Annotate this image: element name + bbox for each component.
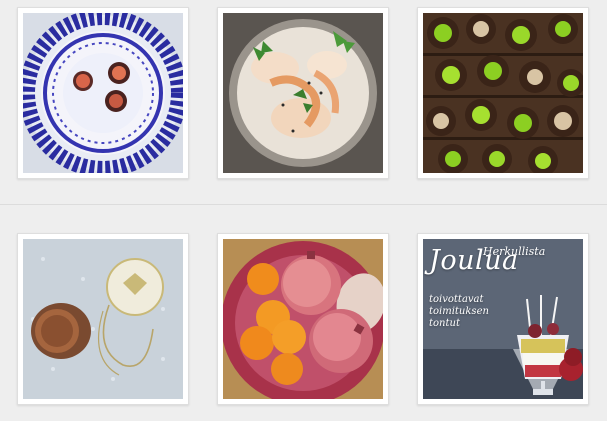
photo-blue-plate	[23, 13, 183, 173]
photo-shrimp-dish	[223, 13, 383, 173]
row-divider	[0, 204, 607, 205]
poster-title: Joulua	[429, 245, 519, 276]
poster-subtitle-line: toimituksen	[429, 306, 489, 317]
gallery-thumbnail-4[interactable]	[17, 233, 189, 405]
photo-pomegranates	[223, 239, 383, 399]
photo-champagne-cork	[23, 239, 183, 399]
gallery-thumbnail-2[interactable]	[217, 7, 389, 179]
photo-christmas-poster: Herkullista Joulua toivottavat toimituks…	[423, 239, 583, 399]
photo-chocolate-cups	[423, 13, 583, 173]
poster-subtitle: toivottavat toimituksen tontut	[429, 294, 499, 330]
gallery-thumbnail-1[interactable]	[17, 7, 189, 179]
gallery-thumbnail-6[interactable]: Herkullista Joulua toivottavat toimituks…	[417, 233, 589, 405]
gallery-thumbnail-3[interactable]	[417, 7, 589, 179]
poster-subtitle-line: tontut	[429, 318, 460, 329]
poster-subtitle-line: toivottavat	[429, 294, 484, 305]
gallery-thumbnail-5[interactable]	[217, 233, 389, 405]
